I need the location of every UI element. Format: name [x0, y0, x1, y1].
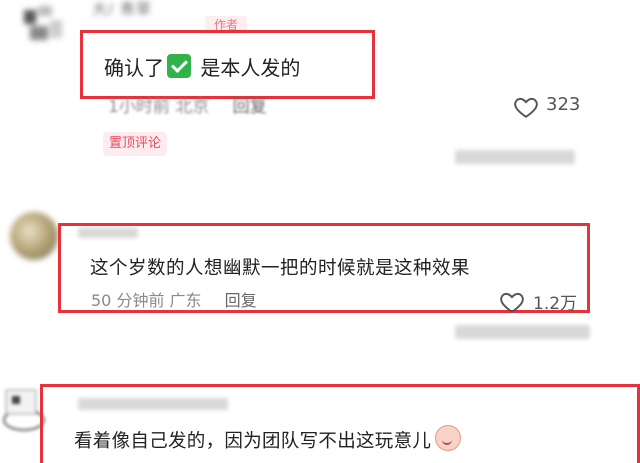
comment-time: 1小时前	[108, 97, 170, 117]
comment-text-part: 确认了	[104, 56, 164, 80]
username[interactable]: 大/ 青草	[92, 0, 152, 19]
comment-meta: 50 分钟前 广东 回复	[91, 287, 257, 311]
comment-time: 50 分钟前	[91, 291, 165, 310]
blurred-content	[455, 150, 575, 164]
comment-location: 北京	[175, 97, 210, 117]
comment-text: 看着像自己发的，因为团队写不出这玩意儿	[74, 425, 462, 453]
reply-button[interactable]: 回复	[225, 291, 257, 310]
blurred-content	[455, 325, 590, 339]
reply-button[interactable]: 回复	[233, 97, 267, 117]
heart-outline-icon[interactable]	[499, 289, 525, 315]
comment-meta: 1小时前 北京 回复	[108, 92, 267, 117]
comment-text-part: 是本人发的	[194, 56, 301, 80]
pinned-badge: 置顶评论	[103, 132, 168, 156]
laughing-face-icon	[435, 425, 462, 451]
heart-outline-icon[interactable]	[513, 94, 539, 120]
like-count: 1.2万	[533, 294, 578, 314]
comment-text: 确认了 是本人发的	[104, 52, 300, 81]
check-mark-button-icon	[167, 54, 191, 78]
avatar[interactable]	[22, 6, 66, 50]
comment-location: 广东	[169, 291, 202, 310]
like-count: 323	[546, 94, 580, 115]
avatar[interactable]	[10, 212, 58, 260]
comment-text: 这个岁数的人想幽默一把的时候就是这种效果	[90, 258, 471, 279]
comment-text-part: 看着像自己发的，因为团队写不出这玩意儿	[74, 431, 432, 452]
